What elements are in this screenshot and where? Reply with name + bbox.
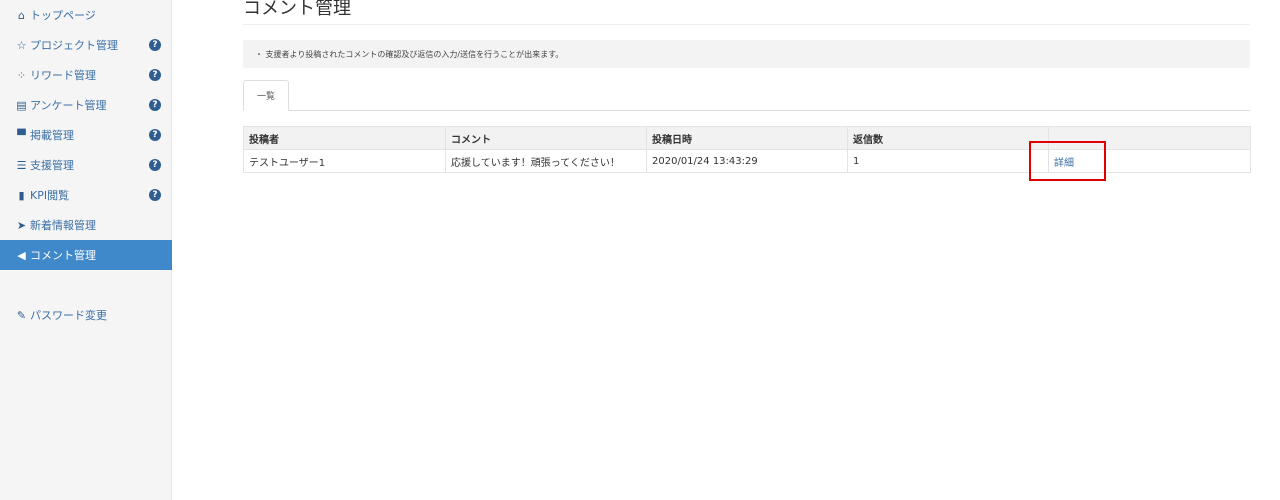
help-icon[interactable]: ? [149,39,161,51]
star-icon: ☆ [16,38,27,52]
sidebar-item-label: トップページ [30,9,96,22]
sidebar-item-comments[interactable]: ◀ コメント管理 [0,240,172,270]
main-content: コメント管理 ・ 支援者より投稿されたコメントの確認及び返信の入力/送信を行うこ… [172,0,1280,500]
bar-chart-icon: ▮ [18,188,25,202]
cell-replies: 1 [847,149,1049,173]
sidebar-item-label: 支援管理 [30,159,74,172]
sidebar-item-top-page[interactable]: ⌂ トップページ [0,0,172,30]
billboard-icon: ▀ [17,128,26,142]
notice-box: ・ 支援者より投稿されたコメントの確認及び返信の入力/送信を行うことが出来ます。 [243,40,1250,68]
table-row: テストユーザー1 応援しています！頑張ってください！ 2020/01/24 13… [243,149,1251,173]
sidebar-item-label: 掲載管理 [30,129,74,142]
cell-posted-at: 2020/01/24 13:43:29 [646,149,848,173]
column-header-replies: 返信数 [847,126,1049,150]
page-title: コメント管理 [243,0,351,19]
sidebar-item-support[interactable]: ☰ 支援管理 ? [0,150,172,180]
sidebar-item-listing[interactable]: ▀ 掲載管理 ? [0,120,172,150]
wrench-icon: ✎ [16,308,27,322]
bullhorn-icon: ◀ [17,248,26,262]
sidebar-item-label: プロジェクト管理 [30,39,118,52]
comments-table: 投稿者 コメント 投稿日時 返信数 テストユーザー1 応援しています！頑張ってく… [243,126,1251,173]
help-icon[interactable]: ? [149,159,161,171]
table-header-row: 投稿者 コメント 投稿日時 返信数 [243,126,1251,150]
detail-link[interactable]: 詳細 [1054,158,1074,169]
sidebar-item-project[interactable]: ☆ プロジェクト管理 ? [0,30,172,60]
sidebar-item-label: アンケート管理 [30,99,107,112]
sidebar-item-password[interactable]: ✎ パスワード変更 [0,300,172,330]
list-icon: ☰ [16,158,27,172]
tab-list[interactable]: 一覧 [243,80,289,111]
sidebar-item-label: リワード管理 [30,69,96,82]
column-header-author: 投稿者 [243,126,446,150]
cell-action: 詳細 [1048,149,1251,173]
column-header-action [1048,126,1251,150]
divider [243,24,1250,25]
home-icon: ⌂ [18,8,25,22]
help-icon[interactable]: ? [149,99,161,111]
help-icon[interactable]: ? [149,189,161,201]
sidebar-item-label: パスワード変更 [30,309,107,322]
column-header-comment: コメント [445,126,647,150]
sidebar: ⌂ トップページ ☆ プロジェクト管理 ? ⁘ リワード管理 ? ▤ アンケート… [0,0,172,500]
column-header-posted-at: 投稿日時 [646,126,848,150]
sidebar-item-news[interactable]: ➤ 新着情報管理 [0,210,172,240]
list-alt-icon: ▤ [16,98,27,112]
tab-bar: 一覧 [243,80,1250,111]
sidebar-item-label: 新着情報管理 [30,219,96,232]
sidebar-item-survey[interactable]: ▤ アンケート管理 ? [0,90,172,120]
sidebar-item-reward[interactable]: ⁘ リワード管理 ? [0,60,172,90]
help-icon[interactable]: ? [149,129,161,141]
cell-comment: 応援しています！頑張ってください！ [445,149,647,173]
sidebar-item-label: KPI閲覧 [30,189,70,202]
gift-icon: ⁘ [16,68,27,82]
sidebar-item-label: コメント管理 [30,249,96,262]
sidebar-item-kpi[interactable]: ▮ KPI閲覧 ? [0,180,172,210]
cell-author: テストユーザー1 [243,149,446,173]
help-icon[interactable]: ? [149,69,161,81]
send-icon: ➤ [16,218,27,232]
